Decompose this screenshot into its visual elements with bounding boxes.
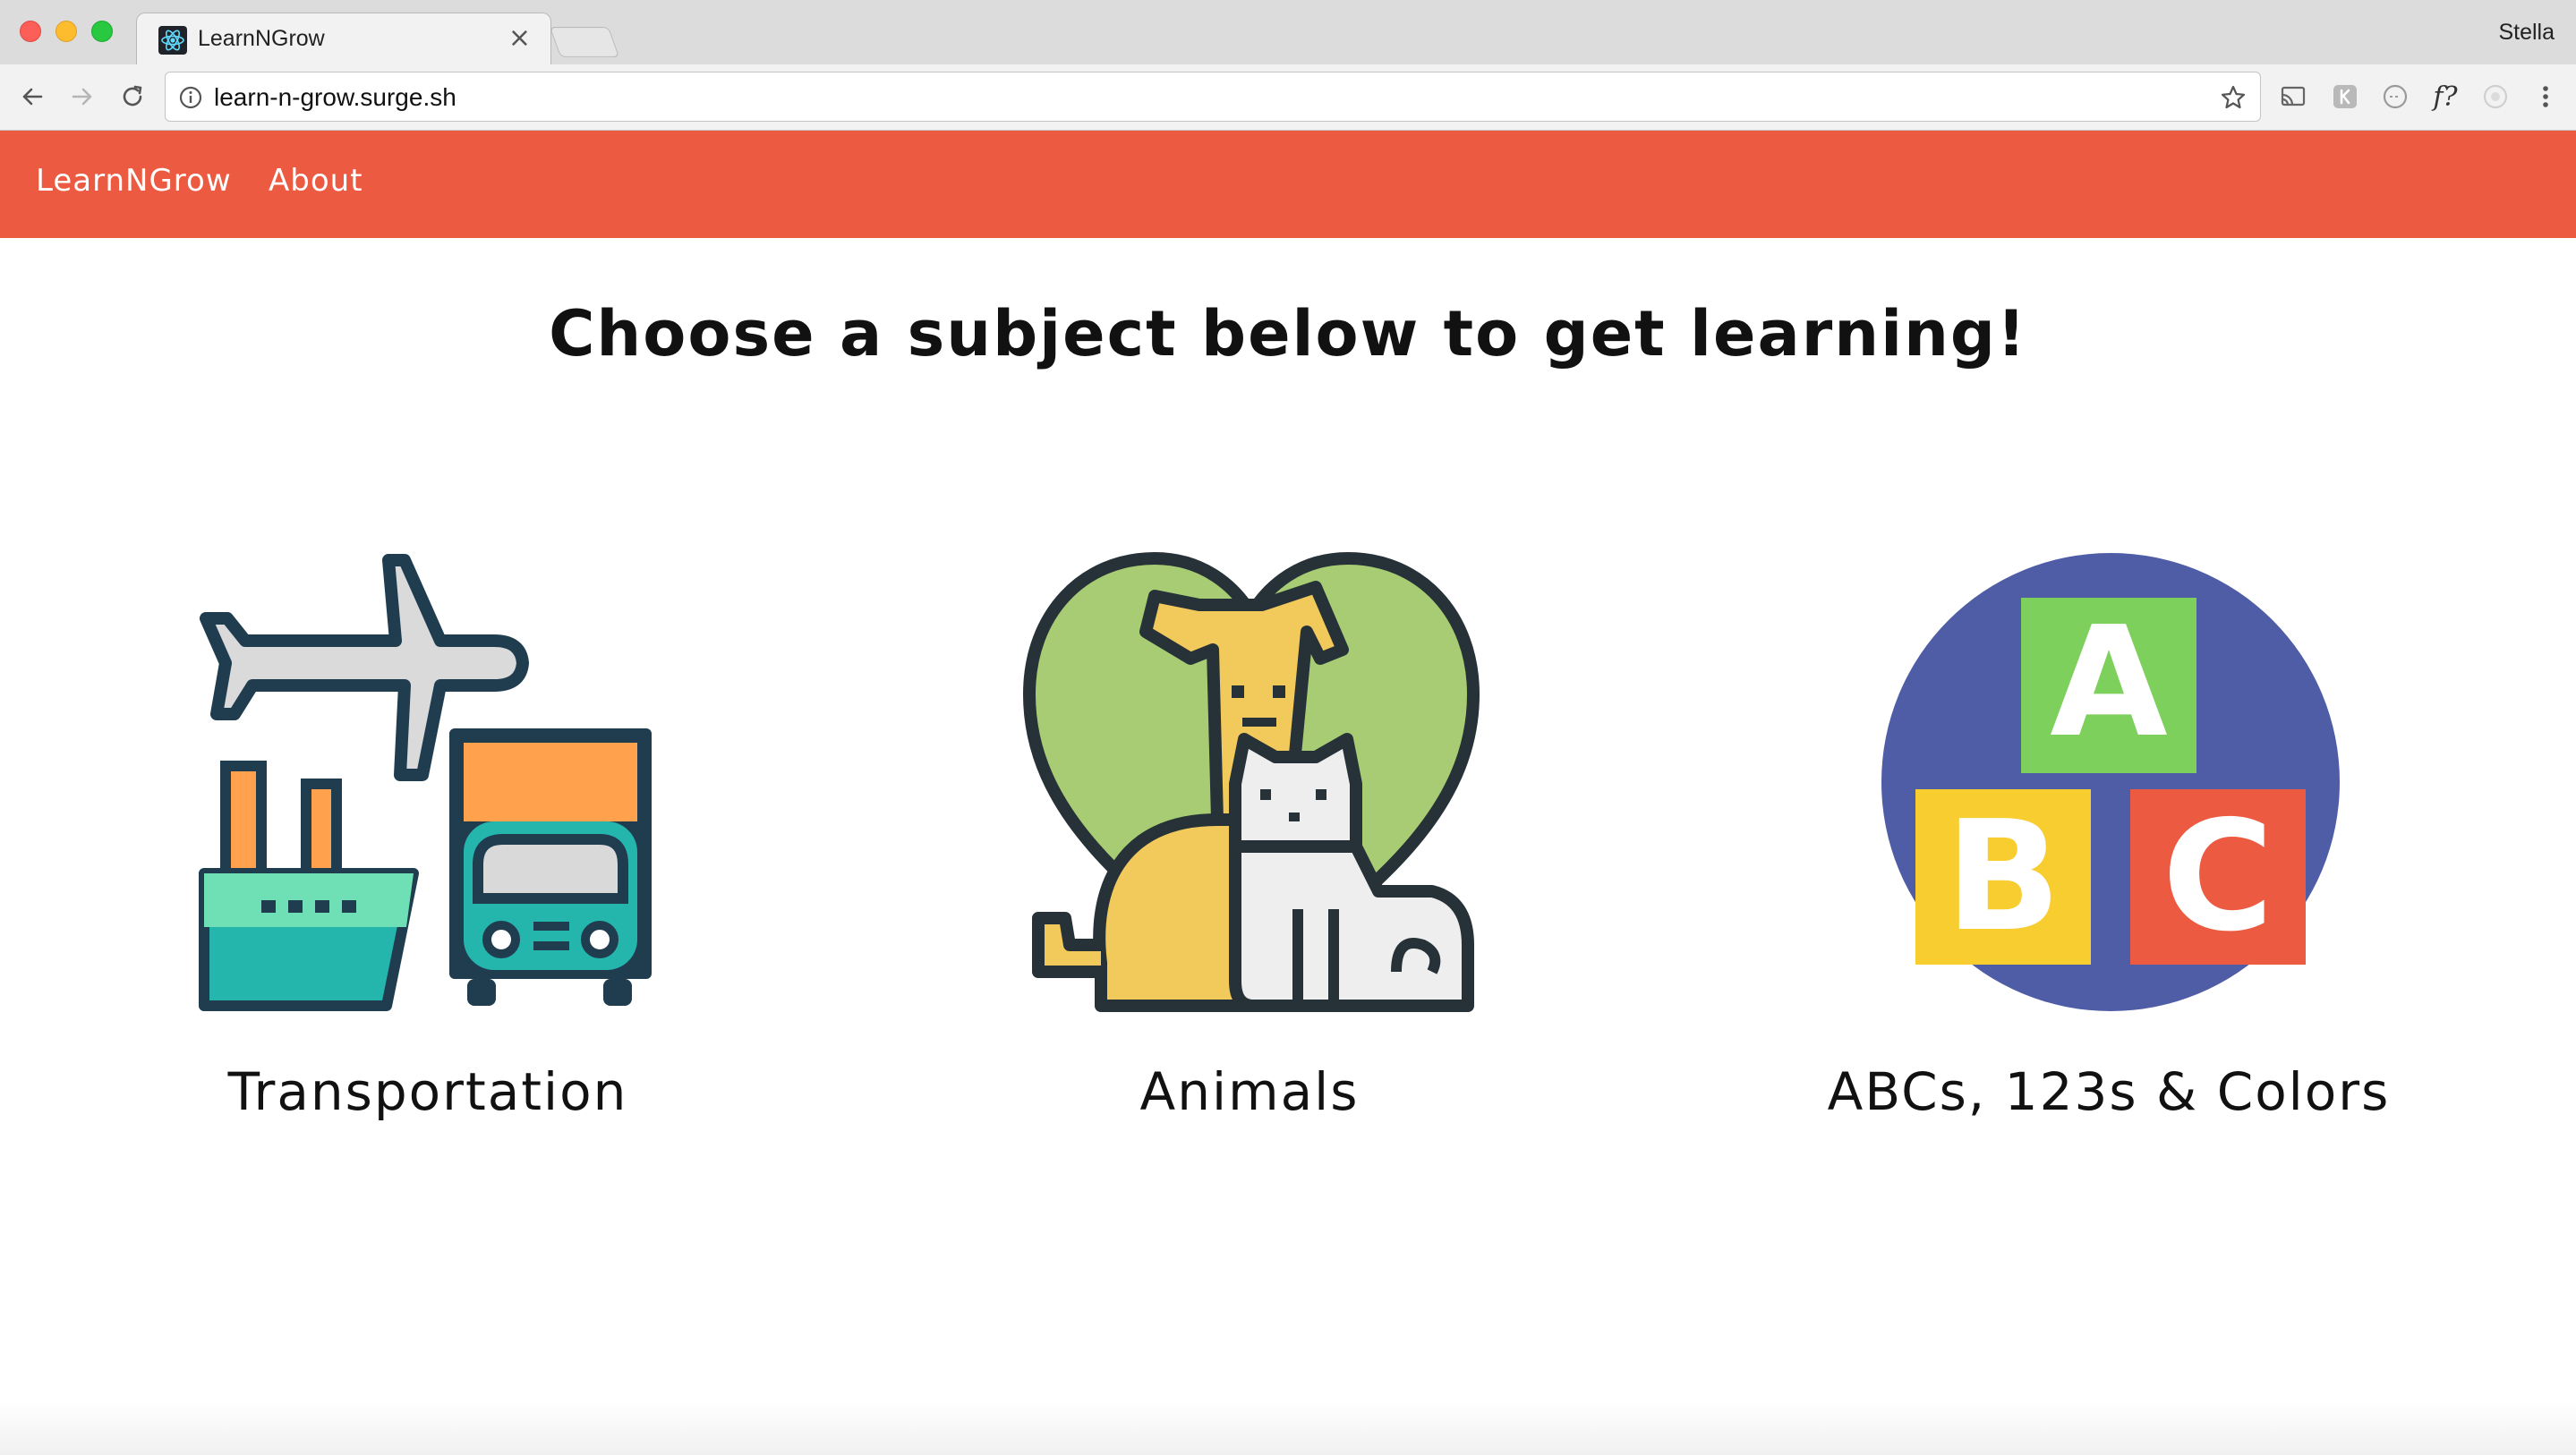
forward-arrow-icon[interactable] xyxy=(64,79,100,115)
animals-icon[interactable] xyxy=(1020,551,1482,1013)
browser-toolbar: learn-n-grow.surge.sh f? xyxy=(0,64,2576,131)
abc-blocks-icon[interactable]: A B C xyxy=(1880,551,2341,1013)
new-tab-button[interactable] xyxy=(549,27,620,57)
block-letter-b: B xyxy=(1945,788,2061,966)
page-bottom-shadow xyxy=(0,1401,2576,1455)
minimize-window-button[interactable] xyxy=(55,21,77,42)
extension-f-icon[interactable]: f? xyxy=(2427,79,2463,115)
subject-label[interactable]: Animals xyxy=(927,1061,1572,1122)
browser-tab[interactable]: LearnNGrow × xyxy=(136,13,551,66)
cast-icon[interactable] xyxy=(2275,79,2311,115)
address-bar[interactable]: learn-n-grow.surge.sh xyxy=(165,72,2261,122)
close-window-button[interactable] xyxy=(20,21,41,42)
profile-name[interactable]: Stella xyxy=(2498,20,2555,46)
react-favicon-icon xyxy=(158,26,187,55)
page-headline: Choose a subject below to get learning! xyxy=(549,297,2027,370)
subject-label[interactable]: Transportation xyxy=(106,1061,750,1122)
subject-label[interactable]: ABCs, 123s & Colors xyxy=(1787,1061,2431,1122)
browser-tabstrip: LearnNGrow × Stella xyxy=(0,0,2576,66)
fullscreen-window-button[interactable] xyxy=(91,21,113,42)
info-icon[interactable] xyxy=(178,85,203,110)
transportation-icon[interactable] xyxy=(199,551,661,1013)
block-letter-a: A xyxy=(2050,594,2168,771)
subject-card-animals[interactable]: Animals xyxy=(927,551,1572,1142)
extension-k-icon[interactable] xyxy=(2327,79,2363,115)
subject-card-abcs[interactable]: A B C ABCs, 123s & Colors xyxy=(1787,551,2431,1142)
bookmark-star-icon[interactable] xyxy=(2219,83,2248,112)
back-arrow-icon[interactable] xyxy=(14,79,50,115)
brand-link[interactable]: LearnNGrow xyxy=(36,163,232,199)
subject-card-transportation[interactable]: Transportation xyxy=(106,551,750,1142)
browser-menu-icon[interactable] xyxy=(2528,79,2563,115)
tab-close-icon[interactable]: × xyxy=(508,22,531,54)
tab-title: LearnNGrow xyxy=(198,26,325,51)
about-link[interactable]: About xyxy=(269,163,363,199)
site-navbar: LearnNGrow About xyxy=(0,131,2576,238)
reload-icon[interactable] xyxy=(115,79,150,115)
url-text[interactable]: learn-n-grow.surge.sh xyxy=(214,83,456,112)
block-letter-c: C xyxy=(2162,788,2274,966)
extension-dim-icon[interactable] xyxy=(2478,79,2513,115)
extension-circle-icon[interactable] xyxy=(2377,79,2413,115)
